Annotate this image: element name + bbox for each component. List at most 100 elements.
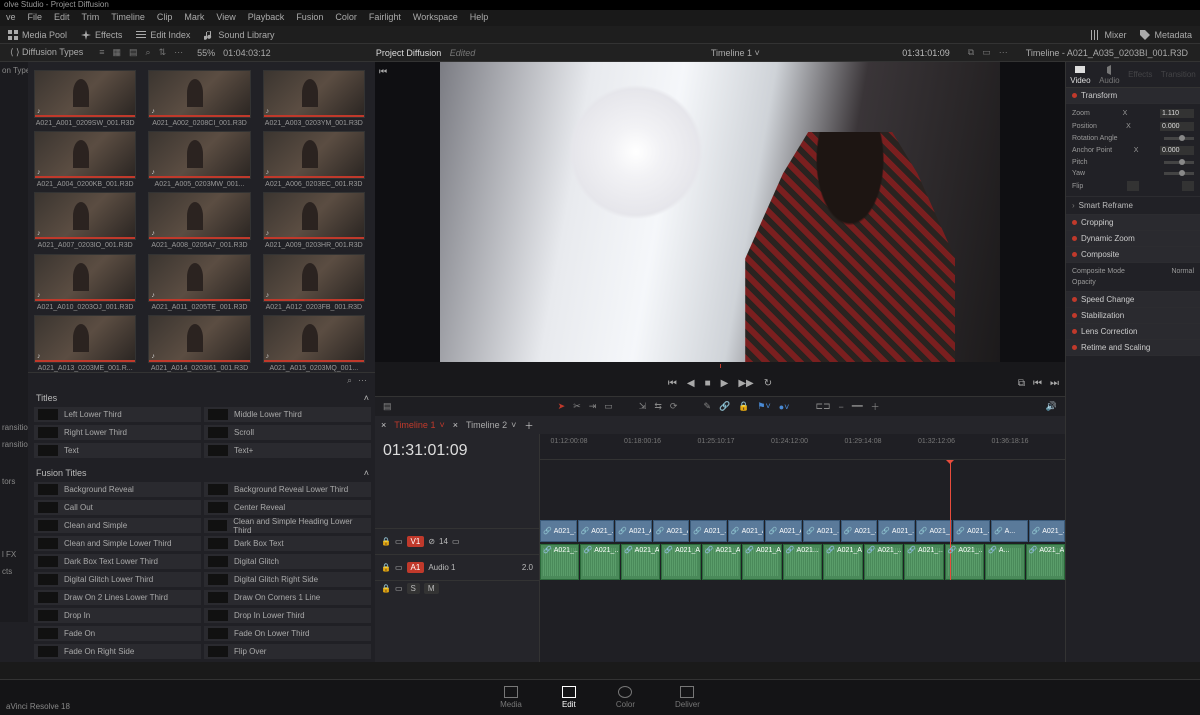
rail-item[interactable]: cts	[0, 563, 28, 580]
video-clip[interactable]: A021_...	[841, 520, 878, 542]
stabilization-header[interactable]: Stabilization	[1066, 308, 1200, 324]
tab-close-icon[interactable]: ×	[453, 420, 458, 430]
menu-item[interactable]: Timeline	[111, 12, 145, 24]
video-clip[interactable]: A021_...	[878, 520, 915, 542]
zoom-input[interactable]	[1160, 109, 1194, 118]
step-fwd-icon[interactable]: ▶▶	[738, 378, 753, 389]
audio-clip[interactable]: A021_A...	[661, 544, 700, 580]
menu-item[interactable]: Workspace	[413, 12, 458, 24]
sound-library-toggle[interactable]: Sound Library	[204, 30, 274, 40]
fusion-title-preset[interactable]: Draw On Corners 1 Line	[204, 590, 371, 605]
dual-viewer-icon[interactable]: ⧉	[968, 47, 974, 58]
fusion-title-preset[interactable]: Center Reveal	[204, 500, 371, 515]
solo-button[interactable]: S	[407, 583, 420, 594]
fusion-title-preset[interactable]: Drop In Lower Third	[204, 608, 371, 623]
rail-item[interactable]: ransitions	[0, 436, 28, 453]
media-clip[interactable]: ♪A021_A007_0203IO_001.R3D	[34, 192, 136, 249]
audio-track-header[interactable]: 🔒 ▭ A1 Audio 1 2.0	[375, 554, 539, 580]
video-clip[interactable]: A021_...	[1029, 520, 1066, 542]
match-frame-icon[interactable]: ⧉	[1018, 378, 1025, 389]
zoom-in-icon[interactable]: ＋	[871, 400, 880, 413]
single-viewer-icon[interactable]: ▭	[982, 47, 991, 58]
strip-view-icon[interactable]: ▤	[129, 47, 138, 58]
audio-clip[interactable]: A021_...	[864, 544, 903, 580]
fusion-title-preset[interactable]: Dark Box Text Lower Third	[34, 554, 201, 569]
position-input[interactable]	[1160, 122, 1194, 131]
title-preset[interactable]: Right Lower Third	[34, 425, 201, 440]
video-clip[interactable]: A021_...	[953, 520, 990, 542]
fusion-title-preset[interactable]: Fade On	[34, 626, 201, 641]
fusion-title-preset[interactable]: Clean and Simple Lower Third	[34, 536, 201, 551]
inspector-tab-effects[interactable]: Effects	[1128, 70, 1152, 79]
media-clip[interactable]: ♪A021_A010_0203OJ_001.R3D	[34, 254, 136, 311]
menu-item[interactable]: Edit	[54, 12, 70, 24]
effects-toggle[interactable]: Effects	[81, 30, 122, 40]
disable-icon[interactable]: ⊘	[428, 537, 435, 546]
rail-item[interactable]: on Types	[0, 62, 28, 79]
fusion-title-preset[interactable]: Dark Box Text	[204, 536, 371, 551]
audio-clip[interactable]: A021_...	[580, 544, 619, 580]
track-tag[interactable]: A1	[407, 562, 425, 573]
rotation-slider[interactable]	[1164, 137, 1194, 140]
add-tab-icon[interactable]: ＋	[524, 419, 533, 432]
title-preset[interactable]: Text+	[204, 443, 371, 458]
menu-item[interactable]: Color	[335, 12, 357, 24]
timeline-timecode[interactable]: 01:31:01:09	[375, 434, 539, 468]
link-icon[interactable]: ✎	[703, 401, 711, 412]
rail-item[interactable]: ransitions	[0, 419, 28, 436]
search-icon[interactable]: ⌕	[146, 47, 151, 58]
step-back-icon[interactable]: ◀	[687, 378, 695, 389]
media-clip[interactable]: ♪A021_A012_0203FB_001.R3D	[263, 254, 365, 311]
fusion-title-preset[interactable]: Call Out	[34, 500, 201, 515]
fusion-title-preset[interactable]: Fade On Right Side	[34, 644, 201, 659]
rail-item[interactable]: tors	[0, 473, 28, 490]
media-clip[interactable]: ♪A021_A011_0205TE_001.R3D	[148, 254, 250, 311]
media-clip[interactable]: ♪A021_A002_0208CI_001.R3D	[148, 70, 250, 127]
media-clip[interactable]: ♪A021_A005_0203MW_001...	[148, 131, 250, 188]
dynamic-zoom-header[interactable]: Dynamic Zoom	[1066, 231, 1200, 247]
title-preset[interactable]: Scroll	[204, 425, 371, 440]
audio-clip[interactable]: A021_...	[945, 544, 984, 580]
media-clip[interactable]: ♪A021_A014_0203I61_001.R3D	[148, 315, 250, 372]
menu-item[interactable]: ve	[6, 12, 16, 24]
media-clip[interactable]: ♪A021_A004_0200KB_001.R3D	[34, 131, 136, 188]
video-clip[interactable]: A021_...	[578, 520, 615, 542]
pitch-slider[interactable]	[1164, 161, 1194, 164]
tab-close-icon[interactable]: ×	[381, 420, 386, 430]
fusion-title-preset[interactable]: Drop In	[34, 608, 201, 623]
append-icon[interactable]: ⇲	[639, 401, 647, 412]
title-preset[interactable]: Left Lower Third	[34, 407, 201, 422]
menu-item[interactable]: View	[216, 12, 235, 24]
mute-button[interactable]: M	[424, 583, 439, 594]
video-clip[interactable]: A021_...	[803, 520, 840, 542]
video-clip[interactable]: A021_A...	[728, 520, 765, 542]
video-clip[interactable]: A021_...	[916, 520, 953, 542]
auto-select-icon[interactable]: ▭	[395, 537, 403, 546]
anchor-input[interactable]	[1160, 146, 1194, 155]
page-color[interactable]: Color	[616, 686, 635, 709]
prev-edit-icon[interactable]: ⏮	[1033, 378, 1042, 389]
title-preset[interactable]: Text	[34, 443, 201, 458]
thumb-view-icon[interactable]: ▦	[113, 47, 122, 58]
yaw-slider[interactable]	[1164, 172, 1194, 175]
fusion-titles-header[interactable]: Fusion Titles˄	[34, 464, 371, 482]
smart-reframe-section[interactable]: Smart Reframe	[1066, 197, 1200, 215]
fusion-title-preset[interactable]: Flip Over	[204, 644, 371, 659]
fusion-title-preset[interactable]: Clean and Simple Heading Lower Third	[204, 518, 371, 533]
menu-item[interactable]: Help	[470, 12, 489, 24]
flag-icon[interactable]: ⚑˅	[757, 401, 770, 412]
chain-icon[interactable]: 🔗	[719, 401, 730, 412]
pointer-icon[interactable]: ➤	[558, 401, 566, 412]
video-clip[interactable]: A021_...	[690, 520, 727, 542]
media-clip[interactable]: ♪A021_A009_0203HR_001.R3D	[263, 192, 365, 249]
audio-meter-icon[interactable]: 🔊	[1046, 401, 1057, 412]
audio-clip[interactable]: A021_A218...	[742, 544, 781, 580]
composite-mode-value[interactable]: Normal	[1171, 268, 1194, 275]
fusion-title-preset[interactable]: Background Reveal	[34, 482, 201, 497]
media-clip[interactable]: ♪A021_A003_0203YM_001.R3D	[263, 70, 365, 127]
menu-item[interactable]: Clip	[157, 12, 173, 24]
lock-icon[interactable]: 🔒	[381, 563, 391, 572]
rail-item[interactable]: l FX	[0, 546, 28, 563]
menu-item[interactable]: Mark	[184, 12, 204, 24]
retime-header[interactable]: Retime and Scaling	[1066, 340, 1200, 356]
